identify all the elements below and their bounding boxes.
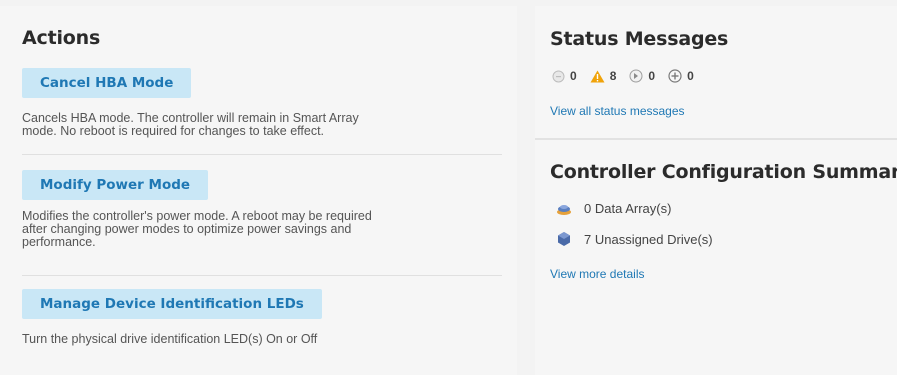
status-count-value: 8	[609, 69, 617, 83]
divider	[22, 275, 502, 276]
status-panel	[535, 6, 897, 375]
cancel-hba-description: Cancels HBA mode. The controller will re…	[22, 112, 359, 138]
unassigned-drive-text: 7 Unassigned Drive(s)	[584, 231, 713, 247]
unassigned-drive-row: 7 Unassigned Drive(s)	[556, 231, 713, 247]
status-count-info[interactable]: 0	[552, 69, 577, 83]
status-count-critical[interactable]: 0	[629, 69, 655, 83]
status-count-value: 0	[570, 69, 577, 83]
actions-title: Actions	[22, 27, 101, 49]
status-count-ok[interactable]: 0	[668, 69, 694, 83]
manage-leds-description: Turn the physical drive identification L…	[22, 333, 317, 346]
modify-power-description: Modifies the controller's power mode. A …	[22, 210, 372, 249]
status-count-value: 0	[648, 69, 656, 83]
divider	[22, 154, 502, 155]
status-title: Status Messages	[550, 28, 729, 50]
manage-device-leds-button[interactable]: Manage Device Identification LEDs	[22, 289, 322, 319]
status-counts: 0 8 0 0	[552, 68, 707, 84]
desc-line: mode. No reboot is required for changes …	[22, 124, 325, 138]
modify-power-mode-button[interactable]: Modify Power Mode	[22, 170, 209, 200]
unassigned-drive-icon	[558, 232, 570, 246]
desc-line: Turn the physical drive identification L…	[22, 332, 318, 346]
summary-title: Controller Configuration Summary	[550, 161, 897, 183]
cancel-hba-mode-button[interactable]: Cancel HBA Mode	[22, 68, 192, 98]
view-all-status-link[interactable]: View all status messages	[550, 104, 685, 118]
data-array-row: 0 Data Array(s)	[556, 201, 671, 216]
info-gray-icon	[552, 70, 565, 82]
warning-triangle-icon	[590, 70, 605, 82]
view-more-details-link[interactable]: View more details	[550, 267, 645, 281]
status-count-value: 0	[687, 69, 694, 83]
ok-plus-icon	[668, 69, 682, 83]
critical-icon	[629, 69, 643, 83]
data-array-text: 0 Data Array(s)	[584, 201, 672, 216]
status-count-warning[interactable]: 8	[590, 69, 617, 83]
desc-line: performance.	[22, 235, 96, 249]
divider	[535, 138, 897, 140]
data-array-icon	[557, 204, 571, 215]
